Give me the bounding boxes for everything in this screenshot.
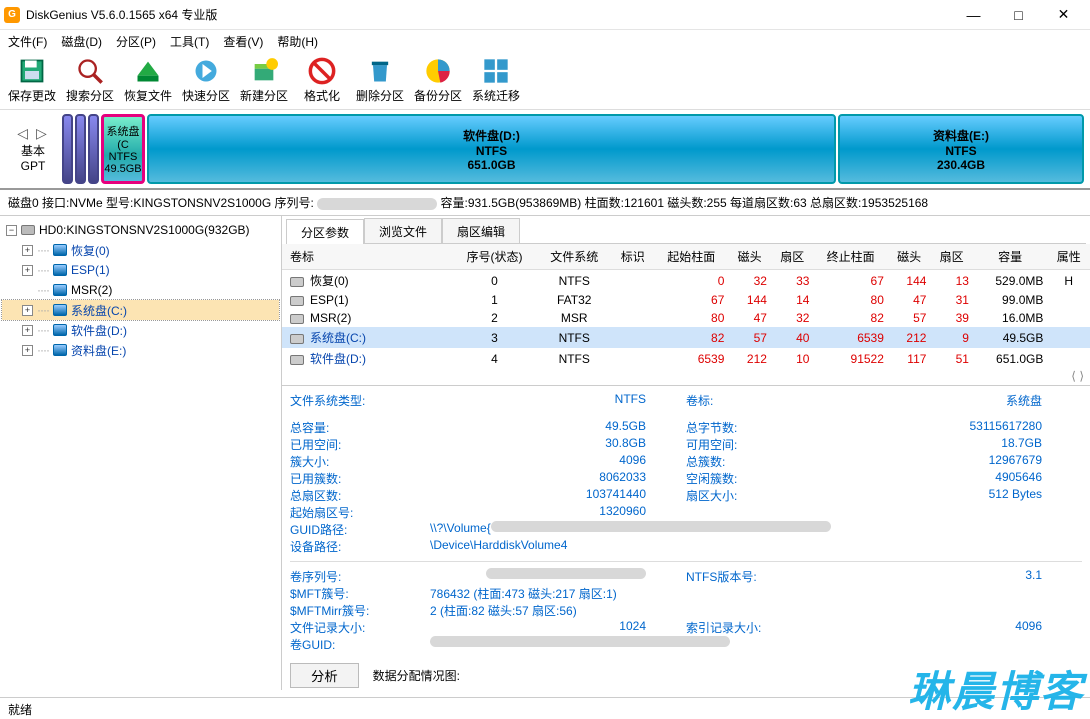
menu-partition[interactable]: 分区(P)	[116, 33, 156, 50]
format-icon	[308, 57, 336, 85]
expand-icon[interactable]: +	[22, 345, 33, 356]
delete-button[interactable]: 删除分区	[354, 57, 406, 104]
menu-disk[interactable]: 磁盘(D)	[61, 33, 102, 50]
disk-nav: ◁ ▷ 基本 GPT	[6, 125, 60, 173]
disk-tree: − HD0:KINGSTONSNV2S1000G(932GB) +···· 恢复…	[0, 216, 282, 690]
partition-bar-c[interactable]: 系统盘(C NTFS 49.5GB	[101, 114, 145, 184]
status-bar: 就绪	[0, 697, 1090, 719]
scroll-indicator[interactable]: ⟨ ⟩	[282, 369, 1090, 383]
toolbar: 保存更改 搜索分区 恢复文件 快速分区 新建分区 格式化 删除分区 备份分区 系…	[0, 52, 1090, 110]
save-button[interactable]: 保存更改	[6, 57, 58, 104]
menu-tools[interactable]: 工具(T)	[170, 33, 209, 50]
table-row[interactable]: 系统盘(C:)3NTFS8257406539212949.5GB	[282, 327, 1090, 348]
tree-item-c[interactable]: +···· 系统盘(C:)	[2, 300, 279, 320]
partition-bar-e[interactable]: 资料盘(E:) NTFS 230.4GB	[838, 114, 1084, 184]
maximize-button[interactable]: □	[996, 0, 1041, 30]
menu-file[interactable]: 文件(F)	[8, 33, 47, 50]
new-icon	[250, 57, 278, 85]
volume-icon	[53, 264, 67, 276]
collapse-icon[interactable]: −	[6, 225, 17, 236]
serial-redacted	[486, 568, 646, 579]
recover-button[interactable]: 恢复文件	[122, 57, 174, 104]
tab-sector[interactable]: 扇区编辑	[442, 218, 520, 243]
disk-info-line: 磁盘0 接口:NVMe 型号:KINGSTONSNV2S1000G 序列号: 容…	[0, 190, 1090, 216]
serial-redacted	[317, 198, 437, 210]
minimize-button[interactable]: —	[951, 0, 996, 30]
partition-bar-recovery[interactable]	[62, 114, 73, 184]
pie-icon	[424, 57, 452, 85]
table-header-row[interactable]: 卷标 序号(状态) 文件系统 标识 起始柱面 磁头 扇区 终止柱面 磁头 扇区 …	[282, 244, 1090, 270]
status-text: 就绪	[8, 703, 32, 717]
grid-icon	[482, 57, 510, 85]
menu-bar: 文件(F) 磁盘(D) 分区(P) 工具(T) 查看(V) 帮助(H)	[0, 30, 1090, 52]
new-button[interactable]: 新建分区	[238, 57, 290, 104]
tab-browse[interactable]: 浏览文件	[364, 218, 442, 243]
tab-parameters[interactable]: 分区参数	[286, 219, 364, 244]
magnifier-icon	[76, 57, 104, 85]
migrate-button[interactable]: 系统迁移	[470, 57, 522, 104]
table-row[interactable]: 恢复(0)0NTFS032336714413529.0MBH	[282, 270, 1090, 292]
volume-icon	[53, 244, 67, 256]
nav-scheme: GPT	[21, 159, 46, 173]
format-button[interactable]: 格式化	[296, 57, 348, 104]
guid-redacted	[491, 521, 831, 532]
analyse-label: 数据分配情况图:	[373, 667, 460, 684]
search-button[interactable]: 搜索分区	[64, 57, 116, 104]
table-row[interactable]: ESP(1)1FAT32671441480473199.0MB	[282, 291, 1090, 309]
title-bar: DiskGenius V5.6.0.1565 x64 专业版 — □ ✕	[0, 0, 1090, 30]
nav-basic: 基本	[21, 142, 45, 159]
tree-item-esp[interactable]: +···· ESP(1)	[2, 260, 279, 280]
partition-table: 卷标 序号(状态) 文件系统 标识 起始柱面 磁头 扇区 终止柱面 磁头 扇区 …	[282, 244, 1090, 369]
tree-item-e[interactable]: +···· 资料盘(E:)	[2, 340, 279, 360]
close-button[interactable]: ✕	[1041, 0, 1086, 30]
volguid-redacted	[430, 636, 730, 647]
expand-icon[interactable]: +	[22, 305, 33, 316]
window-title: DiskGenius V5.6.0.1565 x64 专业版	[26, 6, 217, 23]
volume-icon	[53, 344, 67, 356]
tree-item-recovery[interactable]: +···· 恢复(0)	[2, 240, 279, 260]
expand-icon[interactable]: +	[22, 265, 33, 276]
table-row[interactable]: MSR(2)2MSR80473282573916.0MB	[282, 309, 1090, 327]
disk-icon	[21, 225, 35, 235]
partition-detail: 文件系统类型:NTFS 卷标:系统盘 总容量:49.5GB 总字节数:53115…	[282, 385, 1090, 690]
volume-icon	[53, 324, 67, 336]
menu-help[interactable]: 帮助(H)	[277, 33, 318, 50]
expand-icon[interactable]: +	[22, 245, 33, 256]
table-row[interactable]: 软件盘(D:)4NTFS6539212109152211751651.0GB	[282, 348, 1090, 369]
partition-bar-esp[interactable]	[75, 114, 86, 184]
partition-bar-msr[interactable]	[88, 114, 99, 184]
tree-item-d[interactable]: +···· 软件盘(D:)	[2, 320, 279, 340]
backup-button[interactable]: 备份分区	[412, 57, 464, 104]
menu-view[interactable]: 查看(V)	[223, 33, 263, 50]
tabs: 分区参数 浏览文件 扇区编辑	[286, 218, 1086, 244]
app-icon	[4, 7, 20, 23]
trash-icon	[366, 57, 394, 85]
recover-icon	[134, 57, 162, 85]
disk-map: ◁ ▷ 基本 GPT 系统盘(C NTFS 49.5GB 软件盘(D:) NTF…	[0, 110, 1090, 190]
quick-icon	[192, 57, 220, 85]
expand-icon[interactable]: +	[22, 325, 33, 336]
quick-button[interactable]: 快速分区	[180, 57, 232, 104]
tree-root[interactable]: − HD0:KINGSTONSNV2S1000G(932GB)	[2, 220, 279, 240]
partition-bar-d[interactable]: 软件盘(D:) NTFS 651.0GB	[147, 114, 836, 184]
floppy-icon	[18, 57, 46, 85]
analyse-button[interactable]: 分析	[290, 663, 359, 688]
tree-item-msr[interactable]: ···· MSR(2)	[2, 280, 279, 300]
nav-arrows[interactable]: ◁ ▷	[17, 125, 48, 142]
volume-icon	[53, 284, 67, 296]
volume-icon	[53, 304, 67, 316]
